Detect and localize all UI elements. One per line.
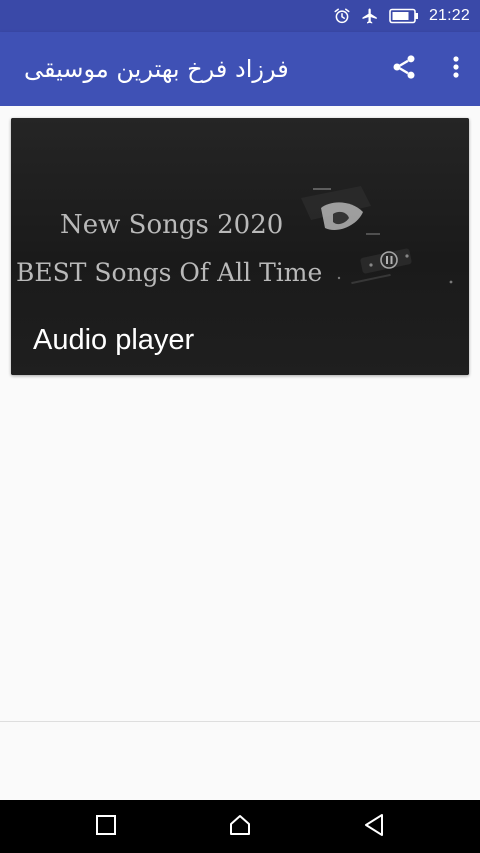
status-icons: 21:22 xyxy=(333,0,470,32)
back-button[interactable] xyxy=(344,800,404,853)
bottom-banner-area xyxy=(0,722,480,800)
status-bar: 21:22 xyxy=(0,0,480,32)
card-caption: Audio player xyxy=(33,324,195,356)
thumbnail-line-1: New Songs 2020 xyxy=(60,210,284,240)
thumbnail-phone-art xyxy=(291,178,461,312)
thumbnail-line-2: BEST Songs Of All Time xyxy=(16,258,323,287)
app-title: فرزاد فرخ بهترین موسیقی xyxy=(24,55,289,83)
audio-player-card[interactable]: New Songs 2020 BEST Songs Of All Time Au… xyxy=(11,118,469,375)
screen: 21:22 فرزاد فرخ بهترین موسیقی New Songs … xyxy=(0,0,480,853)
airplane-mode-icon xyxy=(361,7,379,25)
share-icon xyxy=(390,53,418,85)
share-button[interactable] xyxy=(376,41,432,97)
content-area: New Songs 2020 BEST Songs Of All Time Au… xyxy=(0,106,480,722)
recent-apps-icon xyxy=(95,814,117,840)
alarm-icon xyxy=(333,7,351,25)
battery-icon xyxy=(389,8,419,24)
status-time: 21:22 xyxy=(428,7,470,24)
navigation-bar xyxy=(0,800,480,853)
home-icon xyxy=(228,813,252,841)
app-actions xyxy=(376,32,480,106)
back-icon xyxy=(363,813,385,841)
recent-apps-button[interactable] xyxy=(76,800,136,853)
home-button[interactable] xyxy=(210,800,270,853)
app-bar: فرزاد فرخ بهترین موسیقی xyxy=(0,32,480,106)
more-vert-icon xyxy=(452,55,460,83)
overflow-menu-button[interactable] xyxy=(432,41,480,97)
